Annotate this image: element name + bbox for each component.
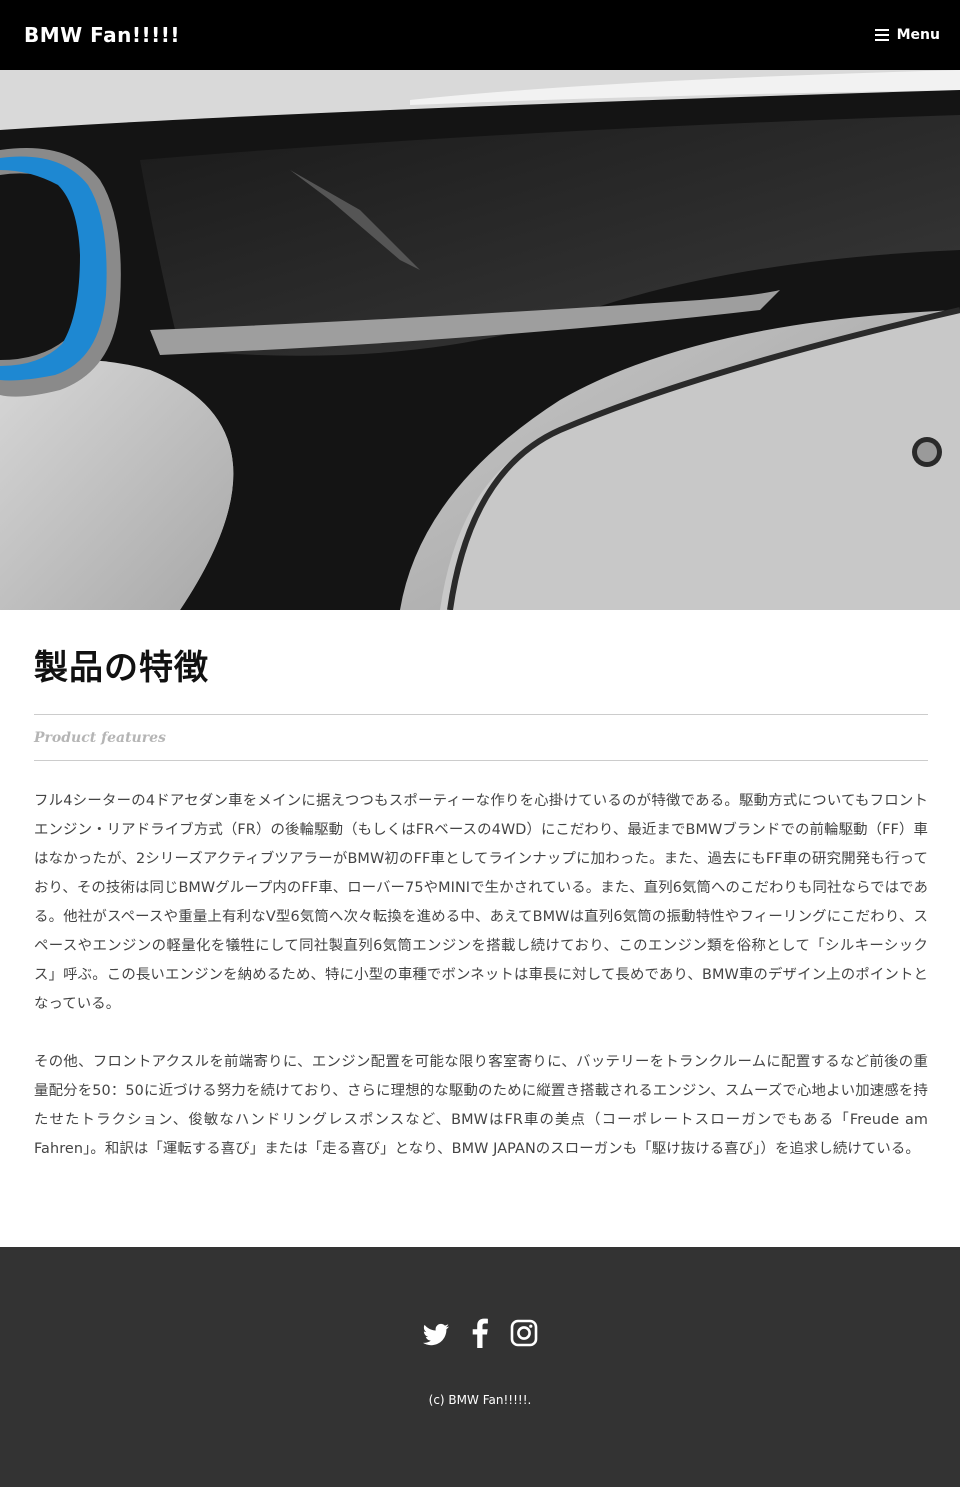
car-headlight-illustration xyxy=(0,70,960,610)
instagram-icon[interactable] xyxy=(510,1317,538,1349)
site-title[interactable]: BMW Fan!!!!! xyxy=(24,23,180,47)
copyright-text: (c) BMW Fan!!!!!. xyxy=(428,1393,532,1407)
hero-image xyxy=(0,70,960,610)
menu-button[interactable]: Menu xyxy=(874,27,940,43)
hamburger-icon xyxy=(874,29,889,41)
site-footer: (c) BMW Fan!!!!!. xyxy=(0,1247,960,1487)
main-content: 製品の特徴 Product features フル4シーターの4ドアセダン車をメ… xyxy=(34,610,928,1164)
social-links xyxy=(0,1317,960,1349)
facebook-icon[interactable] xyxy=(466,1317,494,1349)
page-subtitle: Product features xyxy=(34,729,166,746)
subtitle-block: Product features xyxy=(34,714,928,761)
menu-label: Menu xyxy=(896,27,940,43)
twitter-icon[interactable] xyxy=(422,1317,450,1349)
page-title: 製品の特徴 xyxy=(34,648,209,688)
paragraph: フル4シーターの4ドアセダン車をメインに据えつつもスポーティーな作りを心掛けてい… xyxy=(34,793,928,1012)
site-header: BMW Fan!!!!! Menu xyxy=(0,0,960,70)
paragraph: その他、フロントアクスルを前端寄りに、エンジン配置を可能な限り客室寄りに、バッテ… xyxy=(34,1054,928,1157)
